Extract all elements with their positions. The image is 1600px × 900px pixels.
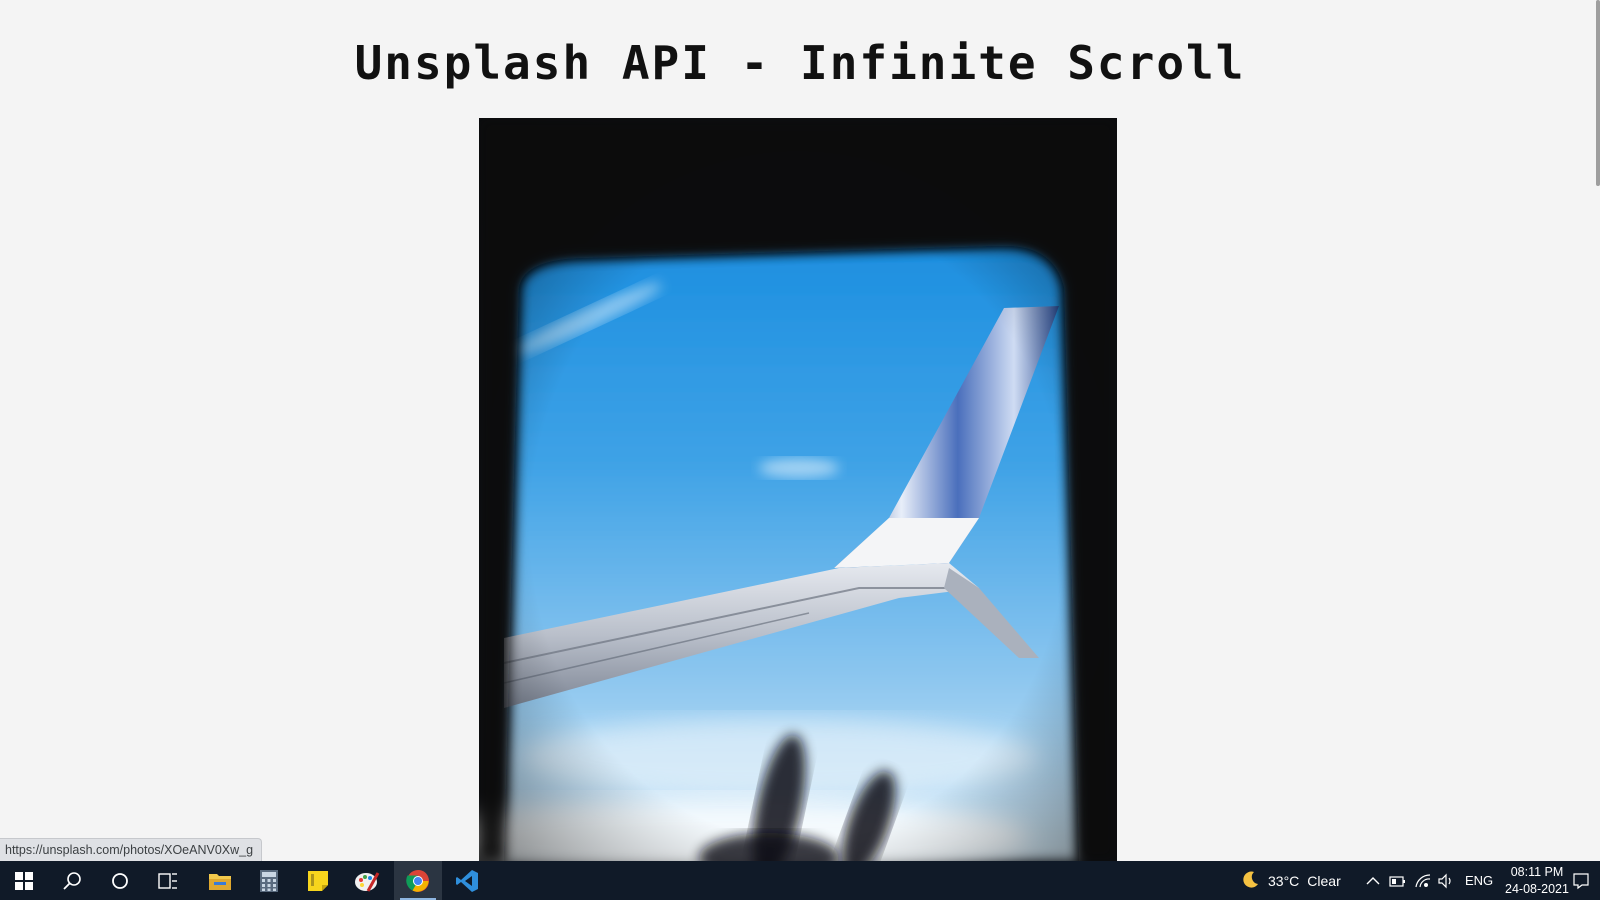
- battery-icon[interactable]: [1389, 861, 1407, 900]
- moon-icon: [1242, 870, 1260, 891]
- weather-condition: Clear: [1307, 872, 1341, 889]
- weather-widget[interactable]: 33°C Clear: [1242, 861, 1341, 900]
- volume-icon[interactable]: [1437, 861, 1455, 900]
- file-explorer-icon[interactable]: [196, 861, 244, 900]
- vscode-icon[interactable]: [443, 861, 491, 900]
- task-view-icon[interactable]: [144, 861, 192, 900]
- system-tray: 33°C Clear ENG 08:11 PM 24-08-2021: [1200, 861, 1600, 900]
- windows-start-icon[interactable]: [0, 861, 48, 900]
- browser-page: Unsplash API - Infinite Scroll https://u…: [0, 0, 1600, 861]
- clock-date: 24-08-2021: [1505, 882, 1569, 896]
- weather-temp: 33°C: [1268, 872, 1300, 889]
- clock[interactable]: 08:11 PM 24-08-2021: [1502, 864, 1572, 898]
- scrollbar-thumb[interactable]: [1596, 0, 1600, 186]
- cortana-icon[interactable]: [96, 861, 144, 900]
- chrome-icon[interactable]: [394, 861, 442, 900]
- clock-time: 08:11 PM: [1510, 865, 1564, 879]
- sticky-notes-icon[interactable]: [294, 861, 342, 900]
- notification-icon[interactable]: [1572, 861, 1590, 900]
- language-indicator[interactable]: ENG: [1465, 861, 1493, 900]
- search-icon[interactable]: [48, 861, 96, 900]
- photo-link[interactable]: [479, 118, 1117, 861]
- page-title: Unsplash API - Infinite Scroll: [354, 36, 1246, 90]
- paint-icon[interactable]: [343, 861, 391, 900]
- calculator-icon[interactable]: [245, 861, 293, 900]
- airplane-wing-photo: [479, 118, 1117, 861]
- status-bar-url: https://unsplash.com/photos/XOeANV0Xw_g: [0, 838, 263, 861]
- taskbar: 33°C Clear ENG 08:11 PM 24-08-2021: [0, 861, 1600, 900]
- chevron-up-icon[interactable]: [1366, 861, 1380, 900]
- wifi-icon[interactable]: [1414, 861, 1432, 900]
